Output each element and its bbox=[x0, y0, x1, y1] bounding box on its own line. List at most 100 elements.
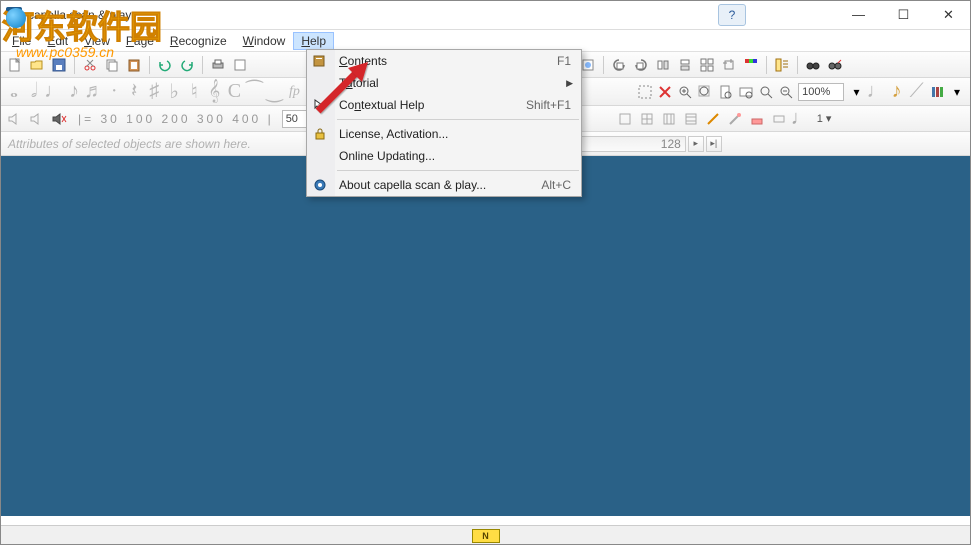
sharp-icon[interactable]: ♯ bbox=[144, 80, 164, 103]
note-edit-icon[interactable]: ♩ bbox=[790, 107, 812, 130]
note-eighth-icon[interactable]: ♪ bbox=[64, 80, 84, 103]
help-about-item[interactable]: About capella scan & play... Alt+C bbox=[307, 174, 581, 196]
zoom-width-button[interactable] bbox=[736, 81, 756, 103]
maximize-button[interactable]: ☐ bbox=[881, 1, 926, 29]
status-indicator: N bbox=[472, 529, 500, 543]
flip-v-button[interactable] bbox=[674, 54, 696, 76]
app-icon: C bbox=[6, 7, 22, 23]
edit1-button[interactable] bbox=[702, 108, 724, 130]
settings-button[interactable] bbox=[927, 81, 947, 103]
flip-h-button[interactable] bbox=[652, 54, 674, 76]
gear-icon bbox=[312, 177, 328, 193]
menu-recognize[interactable]: Recognize bbox=[162, 32, 235, 50]
settings-dropdown-button[interactable]: ▾ bbox=[947, 81, 967, 103]
note-whole-icon[interactable]: 𝅝 bbox=[4, 80, 24, 103]
edit3-button[interactable] bbox=[746, 108, 768, 130]
zoom-fit-button[interactable] bbox=[695, 81, 715, 103]
lock-icon bbox=[312, 126, 328, 142]
note-half-icon[interactable]: 𝅗𝅥 bbox=[24, 80, 44, 103]
grid3-button[interactable] bbox=[658, 108, 680, 130]
edit2-button[interactable] bbox=[724, 108, 746, 130]
menu-window[interactable]: Window bbox=[235, 32, 294, 50]
dot-icon[interactable]: · bbox=[104, 80, 124, 103]
palette-button[interactable] bbox=[740, 54, 762, 76]
binoculars2-button[interactable] bbox=[824, 54, 846, 76]
zoom-actual-button[interactable] bbox=[756, 81, 776, 103]
menu-separator-2 bbox=[337, 170, 579, 171]
redo-button[interactable] bbox=[176, 54, 198, 76]
timesig-icon[interactable]: C bbox=[224, 80, 244, 103]
help-tutorial-item[interactable]: Tutorial ▶ bbox=[307, 72, 581, 94]
voice-input[interactable]: 1 ▾ bbox=[812, 108, 837, 130]
note-sixteenth-icon[interactable]: ♬ bbox=[84, 80, 104, 103]
titlebar: C capella scan & play ? — ☐ ✕ bbox=[0, 0, 971, 30]
menu-file[interactable]: File bbox=[4, 32, 39, 50]
close-button[interactable]: ✕ bbox=[926, 1, 971, 29]
select-tool-button[interactable] bbox=[635, 81, 655, 103]
book-icon bbox=[312, 53, 328, 69]
grid1-button[interactable] bbox=[614, 108, 636, 130]
note-quarter-icon[interactable]: ♩ bbox=[44, 80, 64, 103]
minimize-button[interactable]: — bbox=[836, 1, 881, 29]
help-contextual-item[interactable]: ? Contextual Help Shift+F1 bbox=[307, 94, 581, 116]
save-button[interactable] bbox=[48, 54, 70, 76]
tie-icon[interactable]: ⁀ bbox=[244, 79, 264, 104]
titlebar-help-button[interactable]: ? bbox=[718, 4, 746, 26]
menu-edit[interactable]: Edit bbox=[39, 32, 76, 50]
zoom-page-button[interactable] bbox=[715, 81, 735, 103]
help-license-item[interactable]: License, Activation... bbox=[307, 123, 581, 145]
rotate-right-button[interactable] bbox=[630, 54, 652, 76]
beam-icon[interactable]: ⟋ bbox=[907, 80, 927, 103]
treble-clef-icon[interactable]: 𝄞 bbox=[204, 80, 224, 103]
slur-icon[interactable]: ‿ bbox=[264, 79, 284, 104]
crop-button[interactable] bbox=[718, 54, 740, 76]
menu-separator bbox=[337, 119, 579, 120]
scroller2-next-button[interactable]: ▸ bbox=[688, 136, 704, 152]
edit4-button[interactable] bbox=[768, 108, 790, 130]
attribute-status-text: Attributes of selected objects are shown… bbox=[8, 137, 251, 151]
speaker-mute-button[interactable] bbox=[48, 108, 70, 130]
cut-button[interactable] bbox=[79, 54, 101, 76]
zoom-dropdown-button[interactable]: ▾ bbox=[846, 81, 866, 103]
pointer-help-icon: ? bbox=[312, 97, 328, 113]
help-dropdown-menu: Contents F1 Tutorial ▶ ? Contextual Help… bbox=[306, 49, 582, 197]
menu-page[interactable]: Page bbox=[118, 32, 162, 50]
zoom-in-button[interactable] bbox=[675, 81, 695, 103]
erase-tool-button[interactable] bbox=[655, 81, 675, 103]
tempo-ruler[interactable]: |= 30 100 200 300 400 | bbox=[78, 112, 274, 126]
help-contextual-shortcut: Shift+F1 bbox=[526, 98, 571, 112]
help-about-shortcut: Alt+C bbox=[541, 178, 571, 192]
print-button[interactable] bbox=[207, 54, 229, 76]
paste-button[interactable] bbox=[123, 54, 145, 76]
note-display-icon[interactable]: ♩ bbox=[867, 80, 887, 103]
dynamic-fp-icon[interactable]: fp bbox=[284, 84, 304, 100]
stem-icon[interactable]: ♪ bbox=[887, 80, 907, 103]
window-title: capella scan & play bbox=[28, 8, 718, 22]
speaker2-button[interactable] bbox=[26, 108, 48, 130]
analyze-button[interactable] bbox=[771, 54, 793, 76]
canvas-area[interactable] bbox=[0, 156, 971, 516]
help-contents-item[interactable]: Contents F1 bbox=[307, 50, 581, 72]
open-button[interactable] bbox=[26, 54, 48, 76]
grid-button[interactable] bbox=[696, 54, 718, 76]
menu-help[interactable]: Help bbox=[293, 32, 334, 50]
rotate-left-button[interactable] bbox=[608, 54, 630, 76]
zoom-level-input[interactable]: 100% bbox=[798, 83, 844, 101]
tool-a-button[interactable] bbox=[229, 54, 251, 76]
new-button[interactable] bbox=[4, 54, 26, 76]
rest-icon[interactable]: 𝄽 bbox=[124, 80, 144, 103]
speaker1-button[interactable] bbox=[4, 108, 26, 130]
undo-button[interactable] bbox=[154, 54, 176, 76]
natural-icon[interactable]: ♮ bbox=[184, 79, 204, 104]
menu-view[interactable]: View bbox=[76, 32, 118, 50]
zoom-out-button[interactable] bbox=[776, 81, 796, 103]
submenu-arrow-icon: ▶ bbox=[566, 78, 573, 89]
flat-icon[interactable]: ♭ bbox=[164, 79, 184, 104]
bottom-statusbar: N bbox=[0, 525, 971, 545]
scroller2-last-button[interactable]: ▸| bbox=[706, 136, 722, 152]
copy-button[interactable] bbox=[101, 54, 123, 76]
help-update-item[interactable]: Online Updating... bbox=[307, 145, 581, 167]
binoculars-button[interactable] bbox=[802, 54, 824, 76]
grid2-button[interactable] bbox=[636, 108, 658, 130]
grid4-button[interactable] bbox=[680, 108, 702, 130]
